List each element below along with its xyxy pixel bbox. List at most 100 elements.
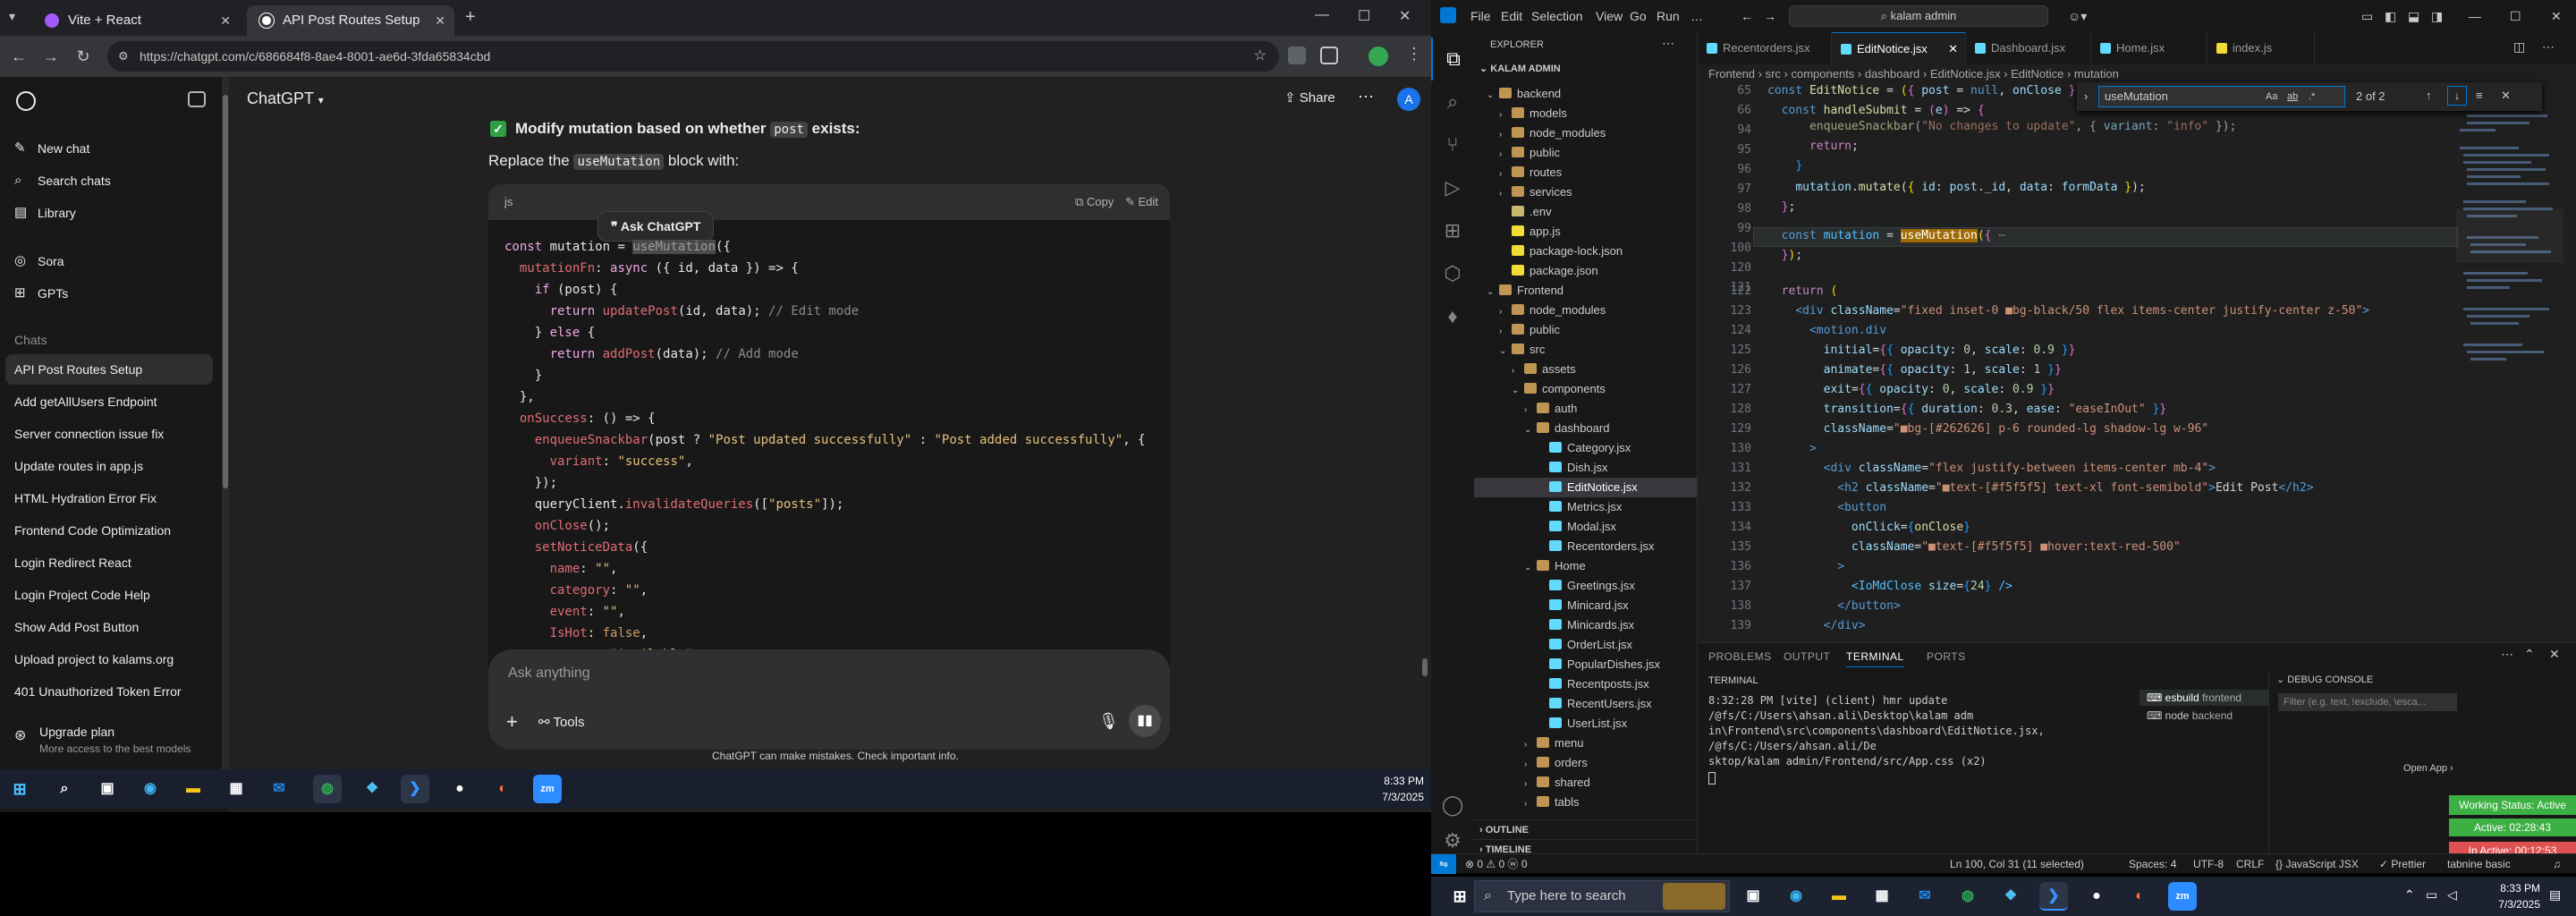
tree-folder[interactable]: › node_modules	[1474, 301, 1697, 320]
tab-editnotice[interactable]: EditNotice.jsx ✕	[1832, 32, 1966, 64]
previous-match-icon[interactable]: ↑	[2426, 89, 2432, 102]
toggle-panel-icon[interactable]: ⬓	[2408, 0, 2419, 32]
right-clock[interactable]: 8:33 PM 7/3/2025	[2469, 880, 2540, 912]
forward-icon[interactable]: →	[39, 45, 63, 68]
match-case-toggle[interactable]: Aa	[2266, 87, 2277, 106]
tab-terminal[interactable]: TERMINAL	[1846, 650, 1904, 667]
open-app-link[interactable]: Open App ›	[2403, 763, 2453, 774]
address-bar[interactable]: ⚙ https://chatgpt.com/c/686684f8-8ae4-80…	[107, 41, 1279, 72]
chrome-tab-chatgpt[interactable]: API Post Routes Setup ✕	[247, 5, 454, 36]
source-control-icon[interactable]: ⑂	[1431, 123, 1474, 166]
minimize-button[interactable]: —	[2469, 0, 2481, 32]
tree-folder[interactable]: › auth	[1474, 399, 1697, 419]
tab-ports[interactable]: PORTS	[1927, 650, 1966, 663]
eol-status[interactable]: CRLF	[2236, 854, 2264, 874]
user-avatar[interactable]: A	[1397, 88, 1420, 111]
remote-indicator-icon[interactable]: ⇋	[1431, 854, 1456, 874]
menu-go[interactable]: Go	[1630, 0, 1647, 32]
network-icon[interactable]: ▭	[2426, 887, 2437, 903]
microphone-icon[interactable]: 🎙	[1098, 712, 1119, 731]
terminal-node[interactable]: ⌨ node backend	[2140, 708, 2274, 724]
tab-dashboard[interactable]: Dashboard.jsx	[1966, 32, 2091, 64]
store-icon[interactable]: ▦	[1868, 882, 1896, 911]
regex-toggle[interactable]: .*	[2309, 87, 2315, 106]
gpts-link[interactable]: ⊞ GPTs	[13, 279, 220, 308]
attach-button[interactable]: +	[506, 710, 518, 734]
extensions-icon[interactable]: ⊞	[1431, 209, 1474, 252]
menu-run[interactable]: Run	[1657, 0, 1680, 32]
tree-file[interactable]: Greetings.jsx	[1474, 576, 1697, 596]
tree-folder[interactable]: › node_modules	[1474, 123, 1697, 143]
chat-history-item[interactable]: Update routes in app.js	[5, 451, 213, 481]
tree-folder[interactable]: ⌄ src	[1474, 340, 1697, 360]
chat-history-item[interactable]: Login Project Code Help	[5, 580, 213, 610]
run-debug-icon[interactable]: ▷	[1431, 166, 1474, 209]
tree-folder[interactable]: ⌄ dashboard	[1474, 419, 1697, 438]
chrome-tab-vite[interactable]: Vite + React ✕	[32, 5, 240, 36]
maximize-button[interactable]: ☐	[2510, 0, 2521, 32]
file-explorer-icon[interactable]: ▬	[179, 775, 208, 803]
postman-icon[interactable]: ◐	[488, 775, 517, 803]
tree-file[interactable]: EditNotice.jsx	[1474, 478, 1697, 497]
editor-more-icon[interactable]: ⋯	[2542, 39, 2555, 55]
tree-file[interactable]: Minicard.jsx	[1474, 596, 1697, 615]
zoom-icon[interactable]: zm	[533, 775, 562, 803]
close-tab-icon[interactable]: ✕	[1948, 33, 1958, 65]
tree-folder[interactable]: › public	[1474, 320, 1697, 340]
app-icon[interactable]: ❖	[1996, 882, 2025, 911]
toggle-replace-icon[interactable]: ›	[2084, 89, 2088, 103]
openai-logo-icon[interactable]	[16, 91, 36, 111]
tree-folder[interactable]: ⌄ components	[1474, 379, 1697, 399]
chat-history-item[interactable]: HTML Hydration Error Fix	[5, 483, 213, 513]
page-scrollbar-thumb[interactable]	[1422, 658, 1428, 676]
left-clock[interactable]: 8:33 PM 7/3/2025	[1342, 773, 1424, 805]
tools-button[interactable]: ⚯ Tools	[538, 714, 585, 730]
chat-history-item[interactable]: API Post Routes Setup	[5, 354, 213, 385]
model-selector[interactable]: ChatGPT ▾	[247, 89, 324, 108]
close-tab-icon[interactable]: ✕	[220, 5, 231, 36]
windows-start-icon[interactable]: ⊞	[1445, 882, 1474, 911]
new-tab-button[interactable]: +	[465, 7, 476, 28]
maximize-panel-icon[interactable]: ⌃	[2524, 647, 2535, 662]
task-view-icon[interactable]: ▣	[1739, 882, 1767, 911]
terminal-output[interactable]: 8:32:28 PM [vite] (client) hmr update /@…	[1708, 693, 2129, 785]
tree-file[interactable]: OrderList.jsx	[1474, 635, 1697, 655]
tree-folder[interactable]: ⌄ Frontend	[1474, 281, 1697, 301]
sidebar-scrollbar[interactable]	[222, 77, 229, 775]
close-sidebar-icon[interactable]	[188, 91, 206, 107]
tree-folder[interactable]: › routes	[1474, 163, 1697, 182]
chrome-icon[interactable]: ◍	[1953, 882, 1982, 911]
site-info-icon[interactable]: ⚙	[118, 41, 129, 72]
cursor-position[interactable]: Ln 100, Col 31 (11 selected)	[1950, 854, 2084, 874]
encoding-status[interactable]: UTF-8	[2193, 854, 2224, 874]
store-icon[interactable]: ▦	[222, 775, 250, 803]
tree-file[interactable]: Category.jsx	[1474, 438, 1697, 458]
whole-word-toggle[interactable]: ab	[2287, 87, 2298, 106]
explorer-icon[interactable]: ⧉	[1431, 38, 1474, 81]
chat-history-item[interactable]: Login Redirect React	[5, 547, 213, 578]
close-window-button[interactable]: ✕	[2551, 0, 2562, 32]
nav-back-icon[interactable]: ←	[1741, 0, 1753, 32]
vscode-icon[interactable]: ❯	[401, 775, 429, 803]
file-explorer-icon[interactable]: ▬	[1825, 882, 1853, 911]
toggle-secondary-icon[interactable]: ◨	[2431, 0, 2443, 32]
layout-icon[interactable]: ▭	[2361, 0, 2373, 32]
prompt-input[interactable]: Ask anything	[508, 666, 590, 682]
windows-start-icon[interactable]: ⊞	[5, 775, 34, 803]
chat-history-item[interactable]: Upload project to kalams.org	[5, 644, 213, 674]
minimap[interactable]	[2456, 84, 2563, 531]
reload-icon[interactable]: ↻	[72, 45, 95, 68]
tree-file[interactable]: PopularDishes.jsx	[1474, 655, 1697, 674]
menu-edit[interactable]: Edit	[1501, 0, 1522, 32]
tree-file[interactable]: UserList.jsx	[1474, 714, 1697, 734]
tray-chevron-icon[interactable]: ⌃	[2404, 887, 2415, 903]
split-view-icon[interactable]	[1320, 47, 1338, 64]
mongodb-icon[interactable]: ♦	[1431, 295, 1474, 338]
zoom-icon[interactable]: zm	[2168, 882, 2197, 911]
find-input[interactable]: useMutation Aa ab .*	[2098, 86, 2345, 107]
split-editor-icon[interactable]: ◫	[2513, 39, 2525, 55]
tree-file[interactable]: Recentorders.jsx	[1474, 537, 1697, 556]
chat-history-item[interactable]: Add getAllUsers Endpoint	[5, 386, 213, 417]
panel-more-icon[interactable]: ⋯	[2501, 647, 2513, 662]
tab-home[interactable]: Home.jsx	[2091, 32, 2207, 64]
